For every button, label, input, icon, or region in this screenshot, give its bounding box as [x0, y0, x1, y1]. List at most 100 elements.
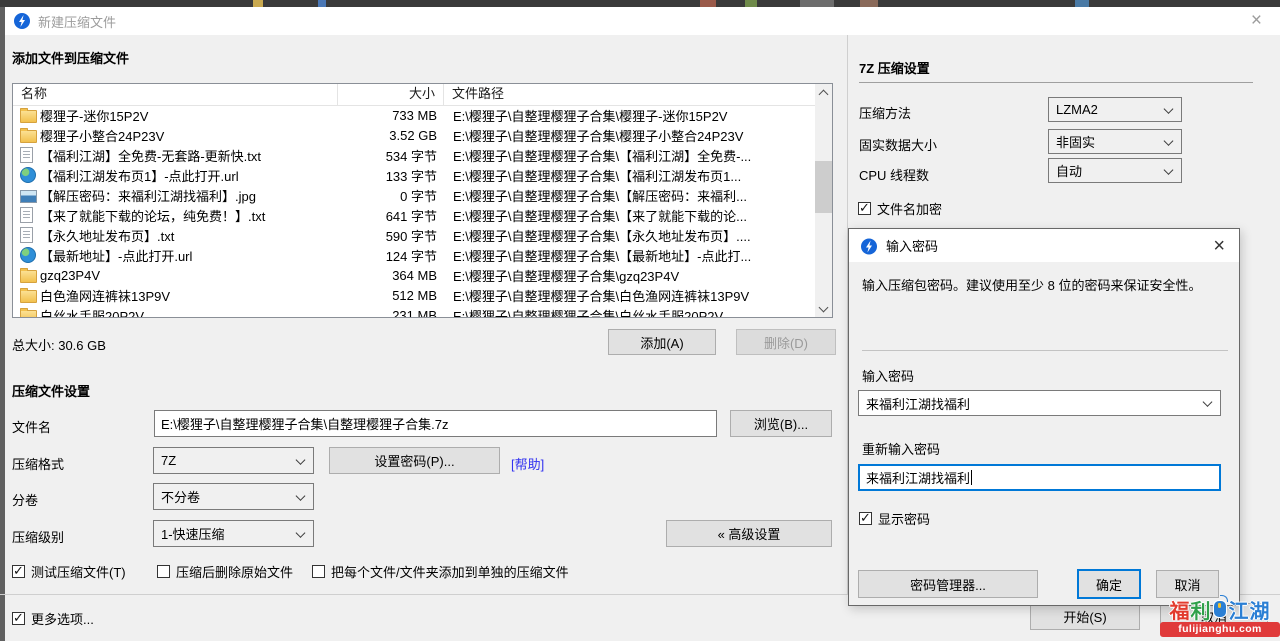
filename-label: 文件名 [12, 417, 51, 436]
separate-archives-checkbox[interactable]: 把每个文件/文件夹添加到单独的压缩文件 [312, 563, 569, 579]
delete-original-checkbox[interactable]: 压缩后删除原始文件 [157, 563, 293, 579]
file-list-row[interactable]: 【解压密码：来福利江湖找福利】.jpg 0 字节 E:\樱狸子\自整理樱狸子合集… [13, 185, 815, 205]
column-header-path[interactable]: 文件路径 [444, 84, 815, 105]
file-list-row[interactable]: 【最新地址】-点此打开.url 124 字节 E:\樱狸子\自整理樱狸子合集\【… [13, 245, 815, 265]
method-select[interactable]: LZMA2 [1048, 97, 1182, 122]
dialog-description: 输入压缩包密码。建议使用至少 8 位的密码来保证安全性。 [862, 275, 1228, 294]
watermark-char: 利 [1191, 595, 1211, 624]
background-window-edge [0, 7, 5, 641]
archive-settings-title: 压缩文件设置 [12, 381, 90, 400]
chevron-down-icon [1164, 104, 1174, 114]
scroll-up-icon[interactable] [815, 84, 832, 101]
checkbox-icon[interactable] [859, 512, 872, 525]
text-caret [971, 470, 972, 485]
enter-password-label: 输入密码 [862, 366, 914, 385]
password-manager-button[interactable]: 密码管理器... [858, 570, 1038, 598]
more-options-checkbox[interactable]: 更多选项... [12, 610, 94, 626]
format-label: 压缩格式 [12, 454, 64, 473]
file-list-row[interactable]: 樱狸子小整合24P23V 3.52 GB E:\樱狸子\自整理樱狸子合集\樱狸子… [13, 125, 815, 145]
total-size-label: 总大小: 30.6 GB [12, 335, 106, 354]
file-list: 名称 大小 文件路径 樱狸子-迷你15P2V 733 MB E:\樱狸子\自整理… [12, 83, 833, 318]
url-icon [20, 167, 36, 183]
chevron-down-icon [296, 455, 306, 465]
set-password-button[interactable]: 设置密码(P)... [329, 447, 500, 474]
cpu-threads-select[interactable]: 自动 [1048, 158, 1182, 183]
start-button[interactable]: 开始(S) [1030, 603, 1140, 630]
close-icon[interactable]: × [1213, 231, 1225, 261]
chevron-down-icon [296, 491, 306, 501]
solid-select[interactable]: 非固实 [1048, 129, 1182, 154]
add-button[interactable]: 添加(A) [608, 329, 716, 355]
chevron-down-icon [296, 528, 306, 538]
filename-input[interactable]: E:\樱狸子\自整理樱狸子合集\自整理樱狸子合集.7z [154, 410, 717, 437]
help-link[interactable]: [帮助] [511, 454, 544, 473]
column-header-size[interactable]: 大小 [338, 84, 444, 105]
scrollbar-thumb[interactable] [815, 161, 832, 213]
chevron-down-icon [1164, 136, 1174, 146]
mouse-icon [1213, 600, 1227, 618]
watermark-char: 福 [1170, 595, 1190, 624]
reenter-password-label: 重新输入密码 [862, 439, 940, 458]
reenter-password-input[interactable]: 来福利江湖找福利 [858, 464, 1221, 491]
watermark-url: fulijianghu.com [1160, 622, 1280, 637]
file-list-row[interactable]: 白色渔网连裤袜13P9V 512 MB E:\樱狸子\自整理樱狸子合集\白色渔网… [13, 285, 815, 305]
image-icon [20, 190, 37, 203]
file-list-body: 樱狸子-迷你15P2V 733 MB E:\樱狸子\自整理樱狸子合集\樱狸子-迷… [13, 105, 815, 317]
dialog-titlebar: 输入密码 × [849, 229, 1239, 262]
dialog-title: 输入密码 [886, 236, 938, 255]
vertical-scrollbar[interactable] [815, 84, 832, 317]
method-label: 压缩方法 [859, 103, 911, 122]
folder-icon [20, 270, 37, 283]
file-list-header: 名称 大小 文件路径 [13, 84, 815, 106]
cpu-threads-label: CPU 线程数 [859, 165, 929, 184]
watermark-chars: 江湖 [1229, 595, 1271, 624]
file-list-row[interactable]: 樱狸子-迷你15P2V 733 MB E:\樱狸子\自整理樱狸子合集\樱狸子-迷… [13, 105, 815, 125]
level-select[interactable]: 1-快速压缩 [153, 520, 314, 547]
app-icon [14, 13, 30, 29]
window-titlebar: 新建压缩文件 × [5, 7, 1280, 35]
folder-icon [20, 110, 37, 123]
window-title: 新建压缩文件 [38, 12, 116, 31]
file-list-row[interactable]: 【福利江湖发布页1】-点此打开.url 133 字节 E:\樱狸子\自整理樱狸子… [13, 165, 815, 185]
delete-button: 删除(D) [736, 329, 836, 355]
file-list-row[interactable]: 【来了就能下载的论坛，纯免费！】.txt 641 字节 E:\樱狸子\自整理樱狸… [13, 205, 815, 225]
format-select[interactable]: 7Z [153, 447, 314, 474]
enter-password-combo[interactable]: 来福利江湖找福利 [858, 390, 1221, 416]
close-icon[interactable]: × [1251, 8, 1262, 34]
background-window-sliver [0, 0, 1280, 7]
checkbox-icon[interactable] [12, 612, 25, 625]
checkbox-icon[interactable] [312, 565, 325, 578]
file-list-row[interactable]: 【永久地址发布页】.txt 590 字节 E:\樱狸子\自整理樱狸子合集\【永久… [13, 225, 815, 245]
text-file-icon [20, 227, 33, 243]
test-archive-checkbox[interactable]: 测试压缩文件(T) [12, 563, 126, 579]
volume-label: 分卷 [12, 490, 38, 509]
scroll-down-icon[interactable] [815, 300, 832, 317]
solid-label: 固实数据大小 [859, 135, 937, 154]
advanced-settings-button[interactable]: « 高级设置 [666, 520, 832, 547]
file-list-row[interactable]: 白丝水手服20P2V 231 MB E:\樱狸子\自整理樱狸子合集\白丝水手服2… [13, 305, 815, 317]
chevron-down-icon [1164, 165, 1174, 175]
watermark: 福 利 江湖 fulijianghu.com [1160, 596, 1280, 641]
url-icon [20, 247, 36, 263]
chevron-down-icon [1203, 397, 1213, 407]
browse-button[interactable]: 浏览(B)... [730, 410, 832, 437]
checkbox-icon[interactable] [12, 565, 25, 578]
folder-icon [20, 290, 37, 303]
show-password-checkbox[interactable]: 显示密码 [859, 510, 930, 526]
volume-select[interactable]: 不分卷 [153, 483, 314, 510]
level-label: 压缩级别 [12, 527, 64, 546]
checkbox-icon[interactable] [858, 202, 871, 215]
text-file-icon [20, 207, 33, 223]
encrypt-filenames-checkbox[interactable]: 文件名加密 [858, 200, 942, 216]
folder-icon [20, 310, 37, 317]
file-list-row[interactable]: 【福利江湖】全免费-无套路-更新快.txt 534 字节 E:\樱狸子\自整理樱… [13, 145, 815, 165]
folder-icon [20, 130, 37, 143]
file-list-row[interactable]: gzq23P4V 364 MB E:\樱狸子\自整理樱狸子合集\gzq23P4V [13, 265, 815, 285]
7z-settings-title: 7Z 压缩设置 [859, 58, 930, 77]
app-icon [861, 238, 877, 254]
column-header-name[interactable]: 名称 [13, 84, 338, 105]
password-dialog: 输入密码 × 输入压缩包密码。建议使用至少 8 位的密码来保证安全性。 输入密码… [848, 228, 1240, 606]
add-files-section-title: 添加文件到压缩文件 [12, 48, 129, 67]
checkbox-icon[interactable] [157, 565, 170, 578]
ok-button[interactable]: 确定 [1077, 569, 1141, 599]
